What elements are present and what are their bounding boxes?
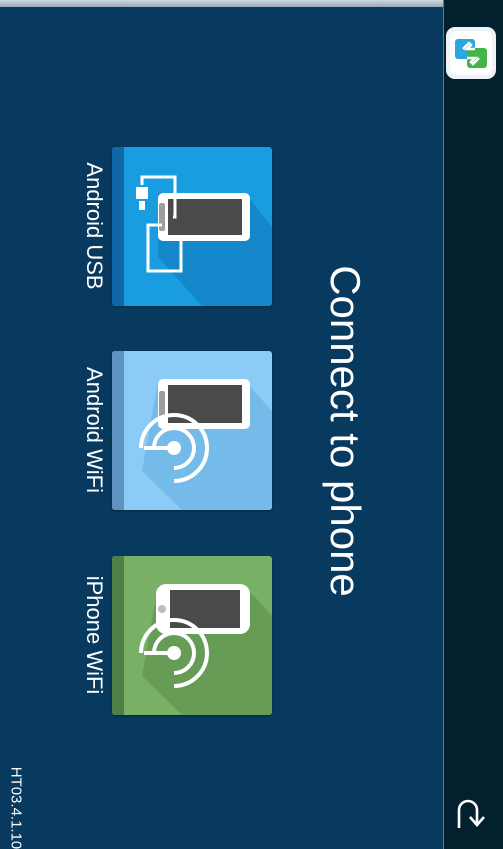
android-usb-tile[interactable] — [112, 147, 272, 306]
wifi-phone-icon — [112, 351, 272, 510]
usb-phone-icon — [112, 147, 272, 306]
android-usb-label: Android USB — [82, 162, 107, 290]
version-text: HT03.4.1.10 — [7, 766, 25, 849]
iphone-wifi-label: iPhone WiFi — [82, 575, 107, 695]
android-wifi-tile[interactable] — [112, 351, 272, 510]
right-sidebar — [443, 0, 503, 849]
iphone-wifi-tile[interactable] — [112, 556, 272, 715]
top-strip — [0, 0, 443, 7]
mirror-app-icon[interactable] — [446, 27, 496, 79]
back-arrow-icon — [457, 799, 485, 828]
back-button[interactable] — [447, 790, 499, 840]
android-wifi-label: Android WiFi — [82, 367, 107, 493]
page-title: Connect to phone — [322, 265, 369, 597]
wifi-iphone-icon — [112, 556, 272, 715]
